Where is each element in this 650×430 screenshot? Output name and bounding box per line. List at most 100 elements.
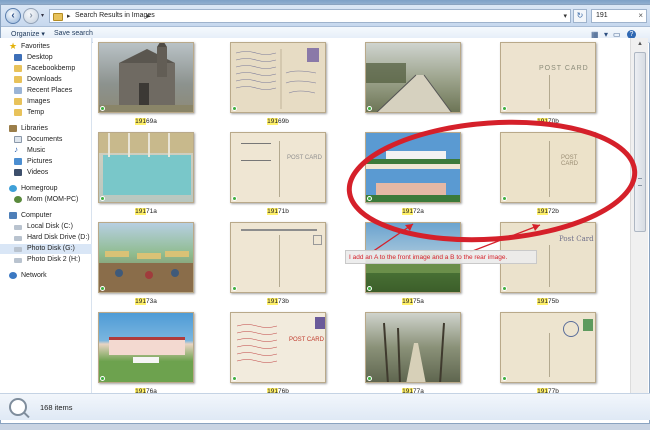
scroll-thumb[interactable] — [634, 52, 646, 232]
file-thumbnail[interactable] — [365, 312, 461, 383]
sidebar-item-pictures[interactable]: Pictures — [0, 157, 92, 167]
file-thumbnail[interactable] — [500, 312, 596, 383]
chevron-right-icon[interactable]: ▸ — [147, 12, 151, 20]
file-thumbnail[interactable] — [230, 42, 326, 113]
file-name-label[interactable]: 19175a — [365, 298, 461, 305]
sidebar-item-mom-pc[interactable]: Mom (MOM-PC) — [0, 195, 92, 205]
sidebar-item-hard-disk-d[interactable]: Hard Disk Drive (D:) — [0, 233, 92, 243]
stamp-box — [315, 317, 325, 329]
postcard-title-text: Post Card — [559, 235, 594, 243]
search-match-highlight: 191 — [267, 118, 278, 125]
favorites-header[interactable]: ★ Favorites — [0, 41, 92, 52]
file-thumbnail[interactable] — [365, 42, 461, 113]
sidebar-item-videos[interactable]: Videos — [0, 168, 92, 178]
computer-label: Computer — [21, 212, 52, 219]
file-name-label[interactable]: 19175b — [500, 298, 596, 305]
file-thumbnail[interactable]: POST CARD — [230, 312, 326, 383]
refresh-button[interactable]: ↻ — [573, 9, 587, 23]
drive-icon — [14, 236, 22, 241]
file-name-label[interactable]: 19170b — [500, 118, 596, 125]
postcard-print-lines — [241, 229, 317, 231]
sync-status-icon — [367, 196, 372, 201]
sync-status-icon — [367, 286, 372, 291]
file-name-rest: 71a — [146, 208, 157, 215]
motel-photo-icon — [366, 151, 460, 202]
file-name-label[interactable]: 19171b — [230, 208, 326, 215]
sync-status-icon — [502, 286, 507, 291]
file-thumbnail[interactable]: POST CARD — [500, 42, 596, 113]
file-name-label[interactable]: 19173b — [230, 298, 326, 305]
sidebar-item-images[interactable]: Images — [0, 97, 92, 107]
libraries-header[interactable]: Libraries — [0, 124, 92, 134]
file-name-label[interactable]: 19172a — [365, 208, 461, 215]
file-thumbnail[interactable] — [365, 132, 461, 203]
search-match-highlight: 191 — [267, 208, 278, 215]
sidebar-item-label: Desktop — [27, 54, 53, 61]
pool-photo-icon — [99, 133, 193, 195]
drive-icon — [14, 258, 22, 263]
sidebar-item-downloads[interactable]: Downloads — [0, 75, 92, 85]
address-dropdown-icon[interactable]: ▾ — [563, 12, 567, 20]
computer-header[interactable]: Computer — [0, 211, 92, 221]
search-match-highlight: 191 — [537, 298, 548, 305]
search-query-text[interactable]: 191 — [596, 12, 608, 19]
sidebar-item-temp[interactable]: Temp — [0, 108, 92, 118]
sidebar-item-facebookbemp[interactable]: Facebookbemp — [0, 64, 92, 74]
sidebar-item-photo-disk-h[interactable]: Photo Disk 2 (H:) — [0, 255, 92, 265]
sidebar-item-documents[interactable]: Documents — [0, 135, 92, 145]
address-bar[interactable]: ▸ Search Results in Images ▸ ▾ — [49, 9, 571, 23]
forward-button[interactable]: › — [23, 8, 39, 24]
search-match-highlight: 191 — [135, 118, 146, 125]
clear-search-icon[interactable]: × — [638, 11, 643, 20]
libraries-icon — [9, 125, 17, 132]
user-icon — [14, 196, 22, 203]
back-button[interactable]: ‹ — [5, 8, 21, 24]
network-header[interactable]: Network — [0, 271, 92, 281]
desktop-taskbar-strip — [0, 424, 650, 430]
file-name-label[interactable]: 19169a — [98, 118, 194, 125]
file-thumbnail[interactable] — [230, 222, 326, 293]
sidebar-item-local-disk-c[interactable]: Local Disk (C:) — [0, 222, 92, 232]
documents-icon — [14, 136, 22, 143]
sidebar-item-label: Downloads — [27, 76, 62, 83]
file-name-label[interactable]: 19173a — [98, 298, 194, 305]
file-name-label[interactable]: 19169b — [230, 118, 326, 125]
postcard-divider — [279, 235, 280, 287]
file-name-rest: 75a — [413, 298, 424, 305]
scroll-up-arrow-icon[interactable]: ▲ — [631, 38, 649, 50]
favorites-label: Favorites — [21, 43, 50, 50]
search-input[interactable]: 191 × — [591, 9, 647, 23]
sync-status-icon — [232, 376, 237, 381]
sync-status-icon — [502, 376, 507, 381]
file-name-label[interactable]: 19171a — [98, 208, 194, 215]
sync-status-icon — [232, 286, 237, 291]
file-thumbnail[interactable]: POST CARD — [500, 132, 596, 203]
sidebar-item-label: Videos — [27, 169, 49, 176]
network-label: Network — [21, 272, 47, 279]
sidebar-item-label: Pictures — [27, 158, 53, 165]
file-thumbnail[interactable] — [98, 132, 194, 203]
save-search-button[interactable]: Save search — [54, 30, 93, 37]
sync-status-icon — [100, 106, 105, 111]
file-thumbnail[interactable]: POST CARD — [230, 132, 326, 203]
vertical-scrollbar[interactable]: ▲ — [630, 38, 648, 393]
oak-trees-photo-icon — [383, 322, 445, 382]
file-thumbnail[interactable] — [98, 222, 194, 293]
sidebar-item-photo-disk-g[interactable]: Photo Disk (G:) — [0, 244, 92, 254]
sidebar-item-music[interactable]: ♪ Music — [0, 145, 92, 156]
file-name-label[interactable]: 19172b — [500, 208, 596, 215]
file-name-rest: 69b — [278, 118, 289, 125]
file-thumbnail[interactable] — [98, 42, 194, 113]
breadcrumb-search-results[interactable]: Search Results in Images — [75, 12, 155, 19]
sidebar-item-label: Temp — [27, 109, 45, 116]
file-thumbnail[interactable] — [98, 312, 194, 383]
drive-icon — [14, 225, 22, 230]
sidebar-item-recent-places[interactable]: Recent Places — [0, 86, 92, 96]
sync-status-icon — [232, 196, 237, 201]
sidebar-item-desktop[interactable]: Desktop — [0, 53, 92, 63]
sidebar-item-label: Music — [27, 147, 46, 154]
homegroup-header[interactable]: Homegroup — [0, 184, 92, 194]
organize-menu-button[interactable]: Organize ▾ — [11, 30, 45, 38]
recent-pages-dropdown-icon[interactable]: ▾ — [41, 12, 44, 19]
chevron-right-icon[interactable]: ▸ — [67, 12, 71, 20]
